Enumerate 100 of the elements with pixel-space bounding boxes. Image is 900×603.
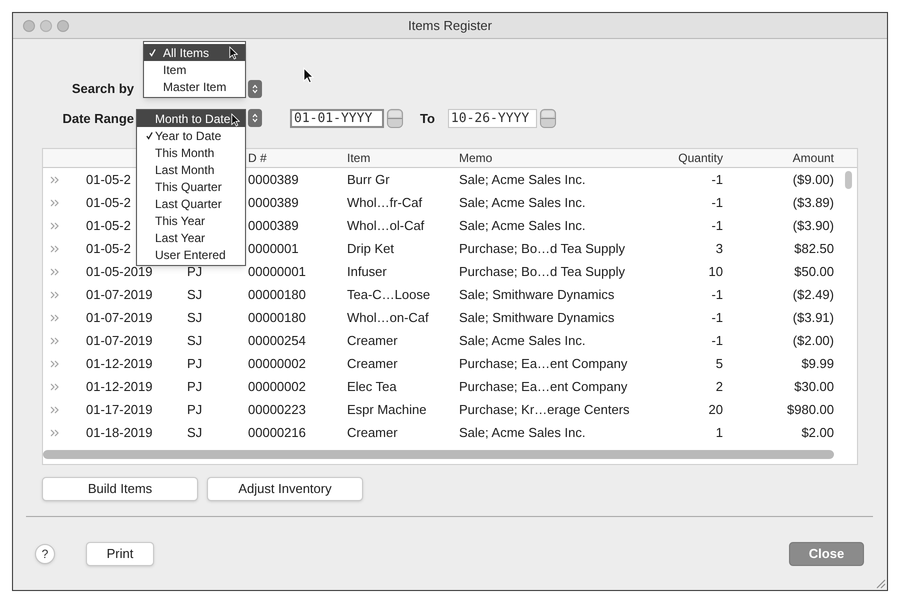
resize-grip-icon[interactable]	[874, 577, 886, 589]
table-cell-text: 01-05-2019	[86, 262, 152, 281]
window-close-button[interactable]	[23, 20, 35, 32]
column-header[interactable]: Memo	[459, 149, 492, 167]
table-cell-text: 0000389	[248, 194, 299, 212]
double-chevron-icon[interactable]	[50, 314, 59, 322]
mouse-cursor-icon	[229, 46, 238, 60]
print-button[interactable]: Print	[86, 542, 154, 566]
table-cell-text: PJ	[187, 400, 202, 419]
table-cell-text: Sale; Acme Sales Inc.	[459, 216, 586, 235]
column-header[interactable]: Quantity	[678, 149, 723, 167]
table-cell-text: 3	[716, 240, 723, 258]
chevron-up-down-icon	[252, 84, 258, 94]
table-cell-text: SJ	[187, 286, 202, 304]
date-field[interactable]: 01-01-YYYY	[290, 109, 384, 128]
table-cell-text: ($3.89)	[792, 194, 834, 212]
table-cell-text: Drip Ket	[347, 240, 394, 258]
mouse-cursor-icon	[231, 113, 240, 127]
date-field[interactable]: 10-26-YYYY	[448, 109, 537, 128]
menu-item[interactable]: User Entered	[137, 246, 245, 263]
help-button[interactable]: ?	[35, 544, 55, 564]
double-chevron-icon[interactable]	[50, 428, 59, 436]
column-header[interactable]: D #	[248, 149, 267, 167]
double-chevron-icon[interactable]	[50, 336, 59, 344]
table-cell-text: $2.00	[801, 424, 834, 442]
table-cell-text: Creamer	[347, 332, 398, 350]
table-cell-text: Sale; Acme Sales Inc.	[459, 332, 586, 350]
table-cell-text: 01-07-2019	[86, 286, 152, 304]
double-chevron-icon[interactable]	[50, 406, 59, 414]
date-picker-icon[interactable]	[540, 109, 556, 128]
table-cell-text: 10	[708, 262, 723, 281]
table-cell-text: $30.00	[794, 378, 834, 396]
table-cell-text: $50.00	[794, 262, 834, 281]
table-cell-text: 01-12-2019	[86, 354, 152, 373]
table-cell-text: 01-07-2019	[86, 308, 152, 327]
table-cell-text: Purchase; Kr…erage Centers	[459, 400, 630, 419]
table-cell-text: Whol…on-Caf	[347, 308, 429, 327]
action-button[interactable]: Adjust Inventory	[207, 477, 363, 501]
action-button[interactable]: Build Items	[42, 477, 198, 501]
double-chevron-icon[interactable]	[50, 176, 59, 184]
table-cell-text: 00000002	[248, 354, 306, 373]
table-cell-text: 2	[716, 378, 723, 396]
dropdown-arrow-button[interactable]	[248, 109, 262, 127]
table-cell-text: $980.00	[787, 400, 834, 419]
table-cell-text: Tea-C…Loose	[347, 286, 430, 304]
field-label: Search by	[72, 80, 134, 98]
menu-item[interactable]: All Items	[144, 44, 245, 61]
dropdown-arrow-button[interactable]	[248, 80, 262, 98]
menu-item[interactable]: Last Month	[137, 161, 245, 178]
column-header[interactable]: Item	[347, 149, 370, 167]
menu-item[interactable]: Last Year	[137, 229, 245, 246]
menu-item[interactable]: This Year	[137, 212, 245, 229]
window-minimize-button[interactable]	[40, 20, 52, 32]
field-label: Date Range	[62, 110, 134, 128]
double-chevron-icon[interactable]	[50, 360, 59, 368]
menu-item[interactable]: Master Item	[144, 78, 245, 95]
table-cell-text: 01-07-2019	[86, 332, 152, 350]
double-chevron-icon[interactable]	[50, 244, 59, 252]
column-header[interactable]: Amount	[792, 149, 834, 167]
double-chevron-icon[interactable]	[50, 268, 59, 276]
chevron-up-down-icon	[252, 113, 258, 123]
table-cell-text: 00000223	[248, 400, 306, 419]
table-cell-text: Sale; Acme Sales Inc.	[459, 424, 586, 442]
table-cell-text: SJ	[187, 424, 202, 442]
table-cell-text: 0000001	[248, 240, 299, 258]
table-cell-text: ($3.91)	[792, 308, 834, 327]
double-chevron-icon[interactable]	[50, 222, 59, 230]
table-cell-text: 00000180	[248, 286, 306, 304]
double-chevron-icon[interactable]	[50, 290, 59, 298]
table-cell-text: Burr Gr	[347, 170, 390, 189]
menu-item[interactable]: Year to Date	[137, 127, 245, 144]
table-cell-text: Sale; Smithware Dynamics	[459, 286, 614, 304]
menu-item[interactable]: Item	[144, 61, 245, 78]
table-cell-text: Creamer	[347, 354, 398, 373]
table-cell-text: 00000002	[248, 378, 306, 396]
table-cell-text: -1	[711, 286, 723, 304]
table-cell-text: ($2.49)	[792, 286, 834, 304]
vertical-scrollbar[interactable]	[845, 171, 852, 189]
table-cell-text: 01-05-2	[86, 170, 131, 189]
table-cell-text: -1	[711, 308, 723, 327]
window-zoom-button[interactable]	[57, 20, 69, 32]
date-picker-icon[interactable]	[387, 109, 403, 128]
table-cell-text: 01-17-2019	[86, 400, 152, 419]
menu-item[interactable]: This Quarter	[137, 178, 245, 195]
table-cell-text: 01-05-2	[86, 216, 131, 235]
table-cell-text: 5	[716, 354, 723, 373]
table-cell-text: Creamer	[347, 424, 398, 442]
menu-item[interactable]: Last Quarter	[137, 195, 245, 212]
table-cell-text: ($2.00)	[792, 332, 834, 350]
table-cell-text: -1	[711, 332, 723, 350]
horizontal-scrollbar[interactable]	[43, 450, 834, 459]
double-chevron-icon[interactable]	[50, 198, 59, 206]
table-cell-text: Whol…ol-Caf	[347, 216, 424, 235]
menu-item[interactable]: This Month	[137, 144, 245, 161]
table-cell-text: 00000216	[248, 424, 306, 442]
double-chevron-icon[interactable]	[50, 382, 59, 390]
table-cell-text: Sale; Acme Sales Inc.	[459, 170, 586, 189]
menu-item[interactable]: Month to Date	[137, 110, 245, 127]
mouse-cursor-icon	[303, 67, 314, 84]
table-cell-text: Sale; Smithware Dynamics	[459, 308, 614, 327]
